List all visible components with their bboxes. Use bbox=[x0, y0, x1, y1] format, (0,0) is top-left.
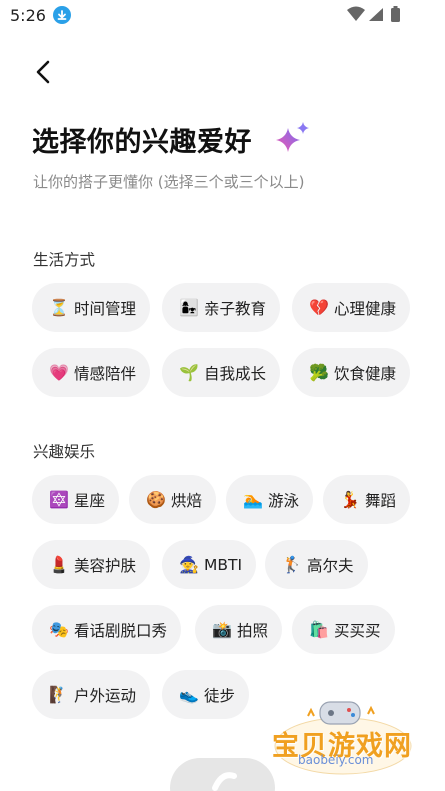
chip-label: 游泳 bbox=[268, 491, 300, 510]
chip-label: MBTI bbox=[204, 555, 243, 574]
gamepad-icon bbox=[319, 701, 361, 725]
download-icon bbox=[53, 6, 71, 24]
chip-label: 徒步 bbox=[204, 686, 236, 705]
chip-mbti[interactable]: 🧙 MBTI bbox=[162, 540, 257, 589]
chip-label: 饮食健康 bbox=[334, 364, 397, 383]
status-time: 5:26 bbox=[10, 6, 46, 25]
sneaker-icon: 👟 bbox=[179, 685, 199, 704]
back-button[interactable] bbox=[28, 56, 60, 88]
climber-icon: 🧗 bbox=[49, 685, 69, 704]
arrow-icon bbox=[212, 772, 237, 791]
seedling-icon: 🌱 bbox=[179, 363, 199, 382]
wizard-icon: 🧙 bbox=[179, 555, 199, 574]
page-title: 选择你的兴趣爱好 bbox=[32, 127, 252, 158]
chip-horoscope[interactable]: 🔯 星座 bbox=[32, 475, 120, 524]
chip-label: 美容护肤 bbox=[74, 556, 137, 575]
chip-label: 时间管理 bbox=[74, 299, 137, 318]
signal-icon bbox=[369, 8, 383, 21]
shopping-bags-icon: 🛍️ bbox=[309, 620, 329, 639]
chip-golf[interactable]: 🏌️ 高尔夫 bbox=[265, 540, 368, 589]
broccoli-icon: 🥦 bbox=[309, 363, 329, 382]
hourglass-icon: ⏳ bbox=[49, 298, 69, 317]
chip-skincare[interactable]: 💄 美容护肤 bbox=[32, 540, 151, 589]
chip-label: 买买买 bbox=[334, 621, 381, 640]
chevron-left-icon bbox=[36, 60, 50, 84]
section-title-entertainment: 兴趣娱乐 bbox=[33, 443, 96, 461]
chip-theater-standup[interactable]: 🎭 看话剧脱口秀 bbox=[32, 605, 182, 654]
chip-label: 星座 bbox=[74, 491, 106, 510]
chip-label: 烘焙 bbox=[171, 491, 203, 510]
battery-icon bbox=[391, 6, 400, 22]
chip-label: 拍照 bbox=[237, 621, 269, 640]
chip-label: 高尔夫 bbox=[307, 556, 354, 575]
heart-icon: 💗 bbox=[49, 363, 69, 382]
chip-shopping[interactable]: 🛍️ 买买买 bbox=[292, 605, 395, 654]
chip-parenting[interactable]: 👩‍👧 亲子教育 bbox=[162, 283, 281, 332]
chip-time-management[interactable]: ⏳ 时间管理 bbox=[32, 283, 151, 332]
chip-label: 自我成长 bbox=[204, 364, 267, 383]
wifi-icon bbox=[347, 6, 365, 21]
chip-label: 心理健康 bbox=[334, 299, 397, 318]
chip-mental-health[interactable]: 💔 心理健康 bbox=[292, 283, 411, 332]
watermark-url: baobeiy.com bbox=[298, 753, 374, 767]
chip-photography[interactable]: 📸 拍照 bbox=[195, 605, 283, 654]
lipstick-icon: 💄 bbox=[49, 555, 69, 574]
chip-baking[interactable]: 🍪 烘焙 bbox=[129, 475, 217, 524]
status-bar: 5:26 bbox=[0, 0, 445, 32]
chip-label: 户外运动 bbox=[74, 686, 137, 705]
chip-label: 看话剧脱口秀 bbox=[74, 621, 168, 640]
chip-label: 亲子教育 bbox=[204, 299, 267, 318]
golfer-icon: 🏌️ bbox=[282, 555, 302, 574]
next-button[interactable] bbox=[170, 758, 275, 791]
chip-swimming[interactable]: 🏊 游泳 bbox=[226, 475, 314, 524]
broken-heart-icon: 💔 bbox=[309, 298, 329, 317]
chip-emotional-companion[interactable]: 💗 情感陪伴 bbox=[32, 348, 151, 397]
dancer-icon: 💃 bbox=[340, 490, 360, 509]
camera-icon: 📸 bbox=[212, 620, 232, 639]
sparkle-icon bbox=[276, 120, 316, 156]
chip-dance[interactable]: 💃 舞蹈 bbox=[323, 475, 411, 524]
chip-label: 舞蹈 bbox=[365, 491, 397, 510]
star-of-david-icon: 🔯 bbox=[49, 490, 69, 509]
chip-healthy-diet[interactable]: 🥦 饮食健康 bbox=[292, 348, 411, 397]
chip-label: 情感陪伴 bbox=[74, 364, 137, 383]
chip-outdoor-sports[interactable]: 🧗 户外运动 bbox=[32, 670, 151, 719]
chip-hiking[interactable]: 👟 徒步 bbox=[162, 670, 250, 719]
cookie-icon: 🍪 bbox=[146, 490, 166, 509]
subtitle: 让你的搭子更懂你 (选择三个或三个以上) bbox=[33, 173, 305, 191]
swimmer-icon: 🏊 bbox=[243, 490, 263, 509]
section-title-lifestyle: 生活方式 bbox=[33, 251, 96, 269]
family-icon: 👩‍👧 bbox=[179, 298, 199, 317]
theater-masks-icon: 🎭 bbox=[49, 620, 69, 639]
status-icons bbox=[347, 6, 407, 24]
chip-self-growth[interactable]: 🌱 自我成长 bbox=[162, 348, 281, 397]
